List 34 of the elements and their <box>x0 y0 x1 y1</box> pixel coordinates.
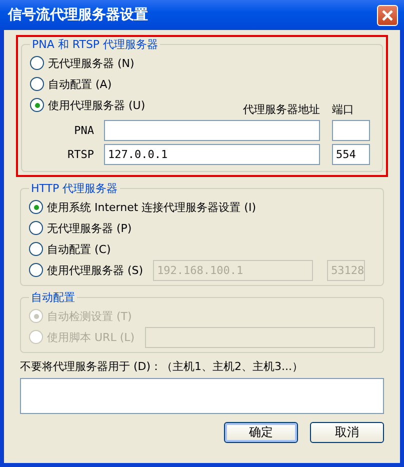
option-label: 使用代理服务器 (U) <box>48 98 146 112</box>
dialog-button[interactable]: 确定 <box>224 422 298 443</box>
bypass-label: 不要将代理服务器用于 (D)：（主机1、主机2、主机3...） <box>20 359 304 374</box>
option-label: 自动配置 (C) <box>47 242 111 256</box>
address-field[interactable]: 127.0.0.1 <box>104 144 320 165</box>
port-field[interactable] <box>332 120 370 141</box>
option-label: 使用代理服务器 (S) <box>47 262 144 278</box>
column-header: 代理服务器地址 <box>243 102 320 116</box>
radio-button[interactable] <box>29 242 43 256</box>
option-label: 使用脚本 URL (L) <box>47 330 135 344</box>
radio-button[interactable] <box>29 221 43 235</box>
close-icon <box>381 8 394 22</box>
option-label: 自动配置 (A) <box>48 76 112 92</box>
option-label: 无代理服务器 (P) <box>47 220 132 236</box>
radio-button[interactable] <box>30 56 44 70</box>
bypass-field[interactable] <box>20 378 384 414</box>
protocol-label: RTSP <box>66 148 95 161</box>
option-label: 无代理服务器 (N) <box>48 56 134 70</box>
protocol-label: PNA <box>73 124 95 137</box>
radio-button[interactable] <box>30 98 44 112</box>
group-title: PNA 和 RTSP 代理服务器 <box>31 37 160 52</box>
dialog-button[interactable]: 取消 <box>310 422 384 443</box>
option-label: 自动检测设置 (T) <box>47 308 132 324</box>
window-title: 信号流代理服务器设置 <box>8 6 148 24</box>
group-title: 自动配置 <box>30 290 76 305</box>
radio-button[interactable] <box>29 263 43 277</box>
option-label: 使用系统 Internet 连接代理服务器设置 (I) <box>47 200 256 214</box>
column-header: 端口 <box>332 102 354 116</box>
group-title: HTTP 代理服务器 <box>30 181 119 196</box>
port-field[interactable]: 554 <box>332 144 370 165</box>
radio-button[interactable] <box>30 77 44 91</box>
address-field[interactable] <box>104 120 320 141</box>
close-button[interactable] <box>377 4 398 26</box>
radio-button[interactable] <box>29 200 43 214</box>
